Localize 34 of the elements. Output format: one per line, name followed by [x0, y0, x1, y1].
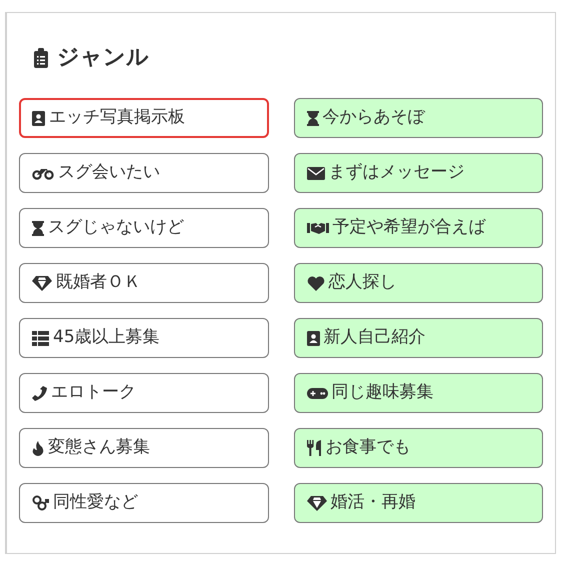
genre-link[interactable]: スグじゃないけど	[19, 208, 268, 248]
motorcycle-icon	[32, 166, 54, 180]
genre-link[interactable]: 同性愛など	[19, 483, 268, 523]
utensils-icon	[306, 440, 322, 456]
genre-link[interactable]: まずはメッセージ	[294, 153, 543, 193]
genre-link[interactable]: 婚活・再婚	[294, 483, 543, 523]
genre-link[interactable]: 予定や希望が合えば	[294, 208, 543, 248]
list-icon	[32, 330, 49, 346]
genre-link[interactable]: スグ会いたい	[19, 153, 268, 193]
genre-link[interactable]: 45歳以上募集	[19, 318, 268, 358]
genre-link[interactable]: 変態さん募集	[19, 428, 268, 468]
flame-icon	[32, 440, 44, 456]
contact-card-icon	[32, 110, 45, 126]
heart-icon	[306, 276, 324, 290]
diamond-icon	[32, 276, 52, 290]
hourglass-icon	[306, 110, 318, 126]
genre-link[interactable]: お食事でも	[294, 428, 543, 468]
genre-link[interactable]: エロトーク	[19, 373, 268, 413]
genre-link[interactable]: エッチ写真掲示板	[19, 98, 268, 138]
section-title: ジャンル	[57, 44, 149, 72]
genre-link[interactable]: 今からあそぼ	[294, 98, 543, 138]
genre-link[interactable]: 恋人探し	[294, 263, 543, 303]
contact-card-icon	[306, 330, 320, 346]
gender-icon	[32, 495, 49, 511]
hourglass-icon	[32, 220, 44, 236]
genre-link[interactable]: 既婚者ＯＫ	[19, 263, 268, 303]
genre-link[interactable]: 同じ趣味募集	[294, 373, 543, 413]
clipboard-icon	[33, 48, 49, 68]
handshake-icon	[306, 222, 328, 234]
envelope-icon	[306, 166, 324, 180]
gamepad-icon	[306, 386, 328, 400]
diamond-icon	[306, 496, 326, 510]
genre-link[interactable]: 新人自己紹介	[294, 318, 543, 358]
phone-icon	[32, 386, 47, 400]
